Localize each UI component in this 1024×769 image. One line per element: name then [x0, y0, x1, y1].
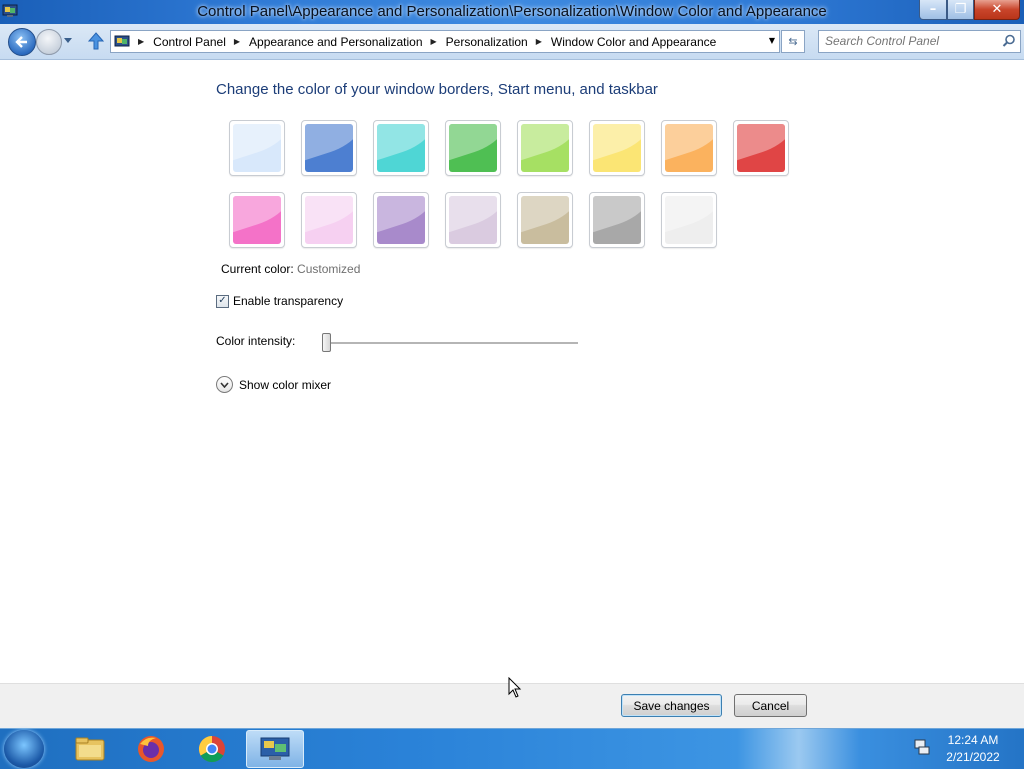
- file-explorer-icon: [75, 737, 105, 761]
- color-swatch-lemon[interactable]: [589, 120, 645, 176]
- color-swatch-chocolate[interactable]: [589, 192, 645, 248]
- search-box[interactable]: [818, 30, 1021, 53]
- current-color-label: Current color:: [221, 262, 294, 276]
- transparency-label[interactable]: Enable transparency: [233, 294, 343, 308]
- breadcrumb-personalization[interactable]: Personalization: [446, 35, 528, 49]
- color-swatch-taupe[interactable]: [517, 192, 573, 248]
- restore-icon: ❐: [954, 2, 967, 17]
- firefox-icon: [138, 736, 164, 762]
- swatch-fill: [305, 124, 353, 172]
- back-button[interactable]: [8, 28, 36, 56]
- cancel-button[interactable]: Cancel: [734, 694, 807, 717]
- color-swatch-slate[interactable]: [661, 192, 717, 248]
- window-controls: – ❐ ✕: [919, 0, 1020, 20]
- page-heading: Change the color of your window borders,…: [216, 81, 658, 98]
- clock-date: 2/21/2022: [946, 750, 1000, 764]
- transparency-checkbox[interactable]: ✓: [216, 294, 229, 308]
- start-orb-icon[interactable]: [4, 730, 44, 768]
- swatch-fill: [665, 196, 713, 244]
- current-color-value: Customized: [297, 262, 361, 276]
- taskbar-chrome[interactable]: [183, 730, 241, 768]
- address-bar[interactable]: ▶ Control Panel ▶ Appearance and Persona…: [110, 30, 780, 53]
- color-swatch-ruby[interactable]: [733, 120, 789, 176]
- navigation-bar: ▶ Control Panel ▶ Appearance and Persona…: [0, 24, 1024, 60]
- swatch-fill: [665, 124, 713, 172]
- close-icon: ✕: [991, 2, 1003, 17]
- color-swatch-leaf[interactable]: [445, 120, 501, 176]
- refresh-icon: ⇆: [788, 35, 798, 48]
- search-input[interactable]: [825, 34, 995, 48]
- swatch-fill: [233, 124, 281, 172]
- color-swatch-sea[interactable]: [373, 120, 429, 176]
- intensity-slider-thumb[interactable]: [322, 333, 331, 352]
- color-swatch-twilight[interactable]: [301, 120, 357, 176]
- breadcrumb-control-panel[interactable]: Control Panel: [153, 35, 226, 49]
- breadcrumb-appearance[interactable]: Appearance and Personalization: [249, 35, 422, 49]
- forward-button[interactable]: [36, 29, 62, 55]
- recent-pages-button[interactable]: [63, 36, 73, 46]
- save-changes-button[interactable]: Save changes: [621, 694, 722, 717]
- swatch-fill: [521, 124, 569, 172]
- swatch-fill: [449, 196, 497, 244]
- taskbar-clock[interactable]: 12:24 AM 2/21/2022: [938, 732, 1008, 766]
- swatch-fill: [233, 196, 281, 244]
- minimize-button[interactable]: –: [919, 0, 947, 20]
- color-swatch-violet[interactable]: [373, 192, 429, 248]
- breadcrumb-separator-icon[interactable]: ▶: [234, 37, 240, 46]
- swatch-fill: [377, 196, 425, 244]
- current-color: Current color: Customized: [221, 262, 360, 276]
- breadcrumb-separator-icon[interactable]: ▶: [536, 37, 542, 46]
- refresh-button[interactable]: ⇆: [781, 30, 805, 53]
- network-icon[interactable]: [913, 738, 931, 756]
- taskbar-firefox[interactable]: [122, 730, 180, 768]
- window-title: Control Panel\Appearance and Personaliza…: [197, 3, 827, 20]
- close-button[interactable]: ✕: [974, 0, 1020, 20]
- search-icon[interactable]: [1002, 34, 1016, 48]
- maximize-button[interactable]: ❐: [947, 0, 974, 20]
- minimize-icon: –: [929, 2, 937, 17]
- color-swatch-blush[interactable]: [301, 192, 357, 248]
- color-swatch-lime[interactable]: [517, 120, 573, 176]
- breadcrumb-window-color[interactable]: Window Color and Appearance: [551, 35, 716, 49]
- swatch-fill: [305, 196, 353, 244]
- color-swatch-lavender[interactable]: [445, 192, 501, 248]
- swatch-fill: [521, 196, 569, 244]
- chrome-icon: [198, 735, 225, 763]
- breadcrumb-separator-icon[interactable]: ▶: [431, 37, 437, 46]
- title-bar[interactable]: Control Panel\Appearance and Personaliza…: [0, 0, 1024, 24]
- taskbar: [0, 728, 1024, 769]
- swatch-fill: [593, 196, 641, 244]
- up-arrow-icon[interactable]: [86, 31, 106, 51]
- address-dropdown-icon[interactable]: ▼: [769, 36, 775, 45]
- taskbar-control-panel[interactable]: [246, 730, 304, 768]
- color-mixer-label[interactable]: Show color mixer: [239, 378, 331, 392]
- taskbar-file-explorer[interactable]: [61, 730, 119, 768]
- chevron-down-icon: [64, 38, 72, 43]
- swatch-fill: [377, 124, 425, 172]
- swatch-fill: [449, 124, 497, 172]
- expand-chevron-icon[interactable]: [216, 376, 233, 393]
- color-mixer-toggle[interactable]: Show color mixer: [216, 376, 331, 393]
- breadcrumb: ▶ Control Panel ▶ Appearance and Persona…: [130, 35, 716, 49]
- color-swatch-fuchsia[interactable]: [229, 192, 285, 248]
- color-swatch-sky[interactable]: [229, 120, 285, 176]
- intensity-label: Color intensity:: [216, 334, 296, 348]
- intensity-slider-track[interactable]: [322, 342, 578, 345]
- swatch-fill: [737, 124, 785, 172]
- transparency-option[interactable]: ✓ Enable transparency: [216, 294, 343, 308]
- control-panel-icon: [114, 35, 130, 46]
- breadcrumb-separator-icon[interactable]: ▶: [138, 37, 144, 46]
- color-swatch-pumpkin[interactable]: [661, 120, 717, 176]
- swatch-fill: [593, 124, 641, 172]
- mouse-cursor-icon: [508, 677, 522, 698]
- back-arrow-icon: [15, 36, 27, 48]
- clock-time: 12:24 AM: [947, 733, 999, 747]
- control-panel-icon: [260, 737, 290, 760]
